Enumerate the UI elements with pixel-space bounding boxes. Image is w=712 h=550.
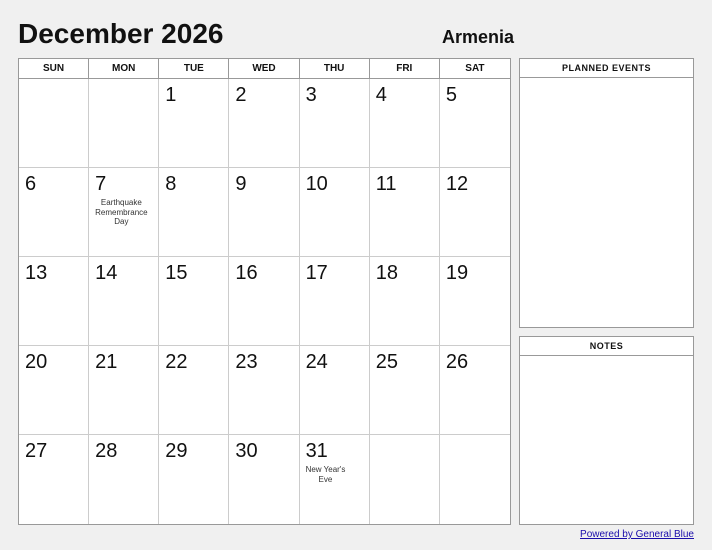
date-number: 26 (446, 350, 468, 374)
cal-cell-2: 2 (229, 79, 299, 168)
day-header-sat: SAT (440, 59, 510, 78)
date-number: 23 (235, 350, 257, 374)
country-name: Armenia (442, 27, 514, 48)
planned-events-title: PLANNED EVENTS (520, 59, 693, 78)
cal-cell-5: 5 (440, 79, 510, 168)
date-number: 17 (306, 261, 328, 285)
date-number: 7 (95, 172, 106, 196)
date-number: 1 (165, 83, 176, 107)
date-number: 4 (376, 83, 387, 107)
notes-box: NOTES (519, 336, 694, 525)
cal-cell-16: 16 (229, 257, 299, 346)
cal-cell-empty (89, 79, 159, 168)
cal-cell-21: 21 (89, 346, 159, 435)
cal-cell-23: 23 (229, 346, 299, 435)
cal-cell-25: 25 (370, 346, 440, 435)
cal-cell-14: 14 (89, 257, 159, 346)
day-headers: SUN MON TUE WED THU FRI SAT (19, 59, 510, 79)
calendar-grid: 1 2 3 4 5 6 7 (19, 79, 510, 524)
cal-cell-27: 27 (19, 435, 89, 524)
day-header-mon: MON (89, 59, 159, 78)
date-number: 31 (306, 439, 328, 463)
date-number: 18 (376, 261, 398, 285)
date-number: 22 (165, 350, 187, 374)
cal-cell-18: 18 (370, 257, 440, 346)
day-header-wed: WED (229, 59, 299, 78)
cal-cell-24: 24 (300, 346, 370, 435)
cal-cell-31: 31 New Year'sEve (300, 435, 370, 524)
date-number: 20 (25, 350, 47, 374)
cal-cell-15: 15 (159, 257, 229, 346)
calendar-section: SUN MON TUE WED THU FRI SAT 1 2 3 (18, 58, 511, 525)
cal-cell-12: 12 (440, 168, 510, 257)
date-number: 14 (95, 261, 117, 285)
date-number: 27 (25, 439, 47, 463)
date-number: 13 (25, 261, 47, 285)
cal-cell-20: 20 (19, 346, 89, 435)
date-number: 25 (376, 350, 398, 374)
date-number: 3 (306, 83, 317, 107)
date-number: 5 (446, 83, 457, 107)
event-label-new-years-eve: New Year'sEve (306, 465, 346, 484)
date-number: 19 (446, 261, 468, 285)
date-number: 6 (25, 172, 36, 196)
date-number: 24 (306, 350, 328, 374)
day-header-sun: SUN (19, 59, 89, 78)
planned-events-box: PLANNED EVENTS (519, 58, 694, 328)
cal-cell-22: 22 (159, 346, 229, 435)
date-number: 16 (235, 261, 257, 285)
cal-cell-empty (19, 79, 89, 168)
cal-cell-29: 29 (159, 435, 229, 524)
notes-title: NOTES (520, 337, 693, 356)
planned-events-content (520, 78, 693, 327)
date-number: 28 (95, 439, 117, 463)
cal-cell-11: 11 (370, 168, 440, 257)
notes-content (520, 356, 693, 524)
cal-cell-30: 30 (229, 435, 299, 524)
cal-cell-10: 10 (300, 168, 370, 257)
cal-cell-8: 8 (159, 168, 229, 257)
date-number: 12 (446, 172, 468, 196)
footer: Powered by General Blue (18, 529, 694, 540)
cal-cell-9: 9 (229, 168, 299, 257)
main-area: SUN MON TUE WED THU FRI SAT 1 2 3 (18, 58, 694, 525)
date-number: 2 (235, 83, 246, 107)
day-header-fri: FRI (370, 59, 440, 78)
cal-cell-1: 1 (159, 79, 229, 168)
cal-cell-4: 4 (370, 79, 440, 168)
sidebar: PLANNED EVENTS NOTES (519, 58, 694, 525)
cal-cell-28: 28 (89, 435, 159, 524)
cal-cell-17: 17 (300, 257, 370, 346)
date-number: 9 (235, 172, 246, 196)
cal-cell-26: 26 (440, 346, 510, 435)
date-number: 29 (165, 439, 187, 463)
month-title: December 2026 (18, 18, 223, 50)
date-number: 30 (235, 439, 257, 463)
day-header-tue: TUE (159, 59, 229, 78)
cal-cell-empty (440, 435, 510, 524)
date-number: 8 (165, 172, 176, 196)
powered-by-link[interactable]: Powered by General Blue (580, 529, 694, 540)
cal-cell-3: 3 (300, 79, 370, 168)
header: December 2026 Armenia (18, 18, 694, 50)
cal-cell-empty (370, 435, 440, 524)
date-number: 10 (306, 172, 328, 196)
date-number: 21 (95, 350, 117, 374)
date-number: 11 (376, 172, 397, 196)
page: December 2026 Armenia SUN MON TUE WED TH… (0, 0, 712, 550)
cal-cell-19: 19 (440, 257, 510, 346)
cal-cell-7: 7 EarthquakeRemembranceDay (89, 168, 159, 257)
cal-cell-6: 6 (19, 168, 89, 257)
event-label: EarthquakeRemembranceDay (95, 198, 147, 227)
date-number: 15 (165, 261, 187, 285)
day-header-thu: THU (300, 59, 370, 78)
cal-cell-13: 13 (19, 257, 89, 346)
